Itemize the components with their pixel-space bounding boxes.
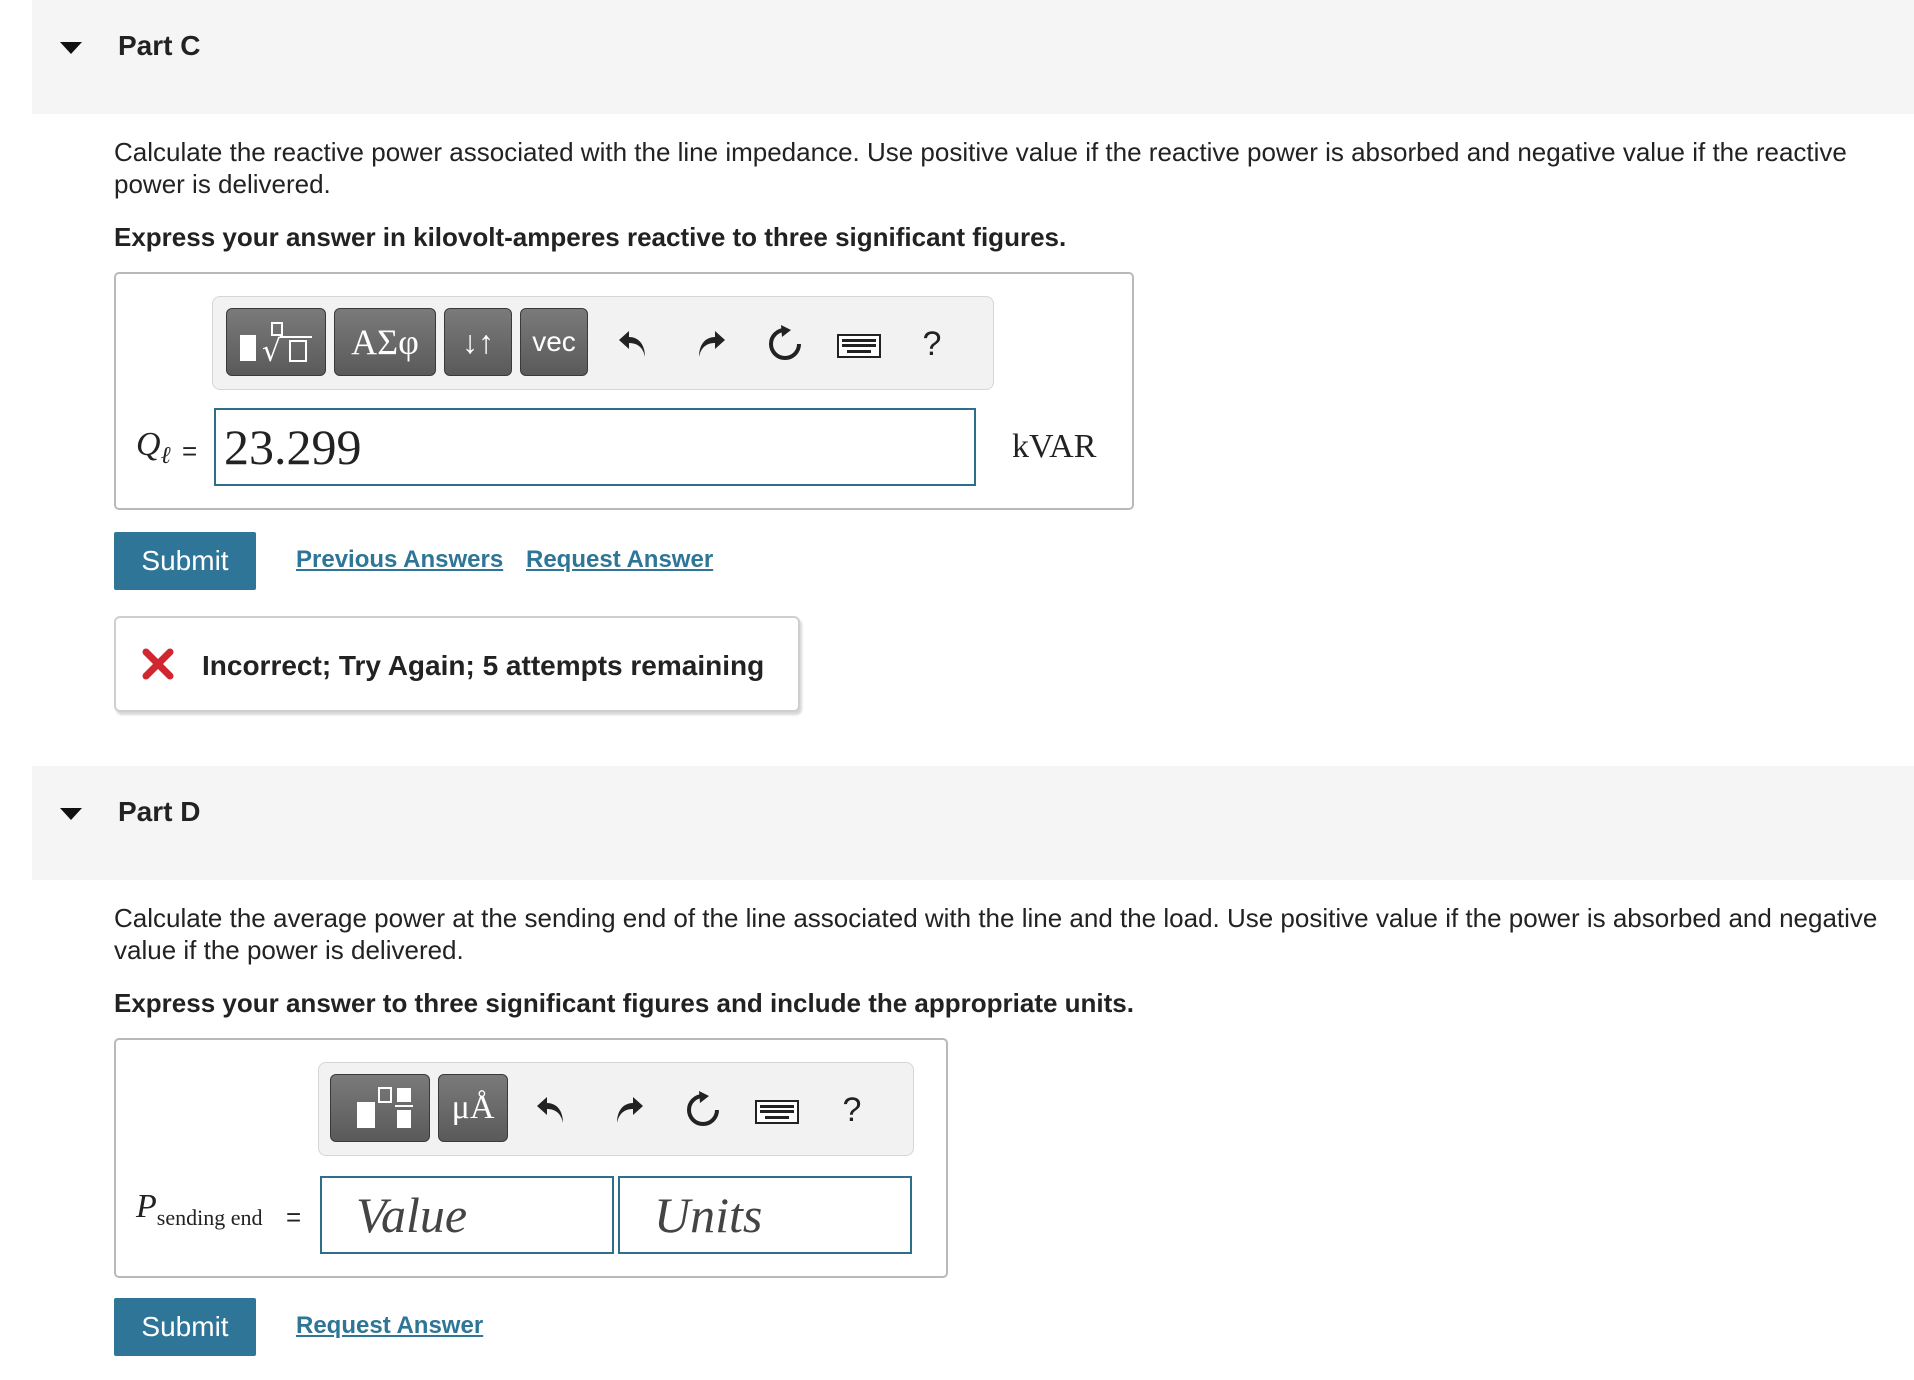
reset-button[interactable]: [678, 1084, 728, 1136]
variable-symbol: Q: [136, 426, 161, 463]
variable-subscript: sending end: [156, 1204, 263, 1230]
part-c-prompt: Calculate the reactive power associated …: [114, 137, 1847, 199]
keyboard-icon: [837, 334, 881, 358]
units-symbols-label: μÅ: [451, 1089, 495, 1126]
subscript-superscript-button[interactable]: ↓↑: [444, 308, 512, 376]
redo-icon: [617, 1097, 643, 1123]
value-units-templates-button[interactable]: [330, 1074, 430, 1142]
vec-label: vec: [532, 326, 576, 357]
undo-icon: [537, 1097, 563, 1123]
redo-button[interactable]: [606, 1084, 652, 1134]
value-placeholder: Value: [356, 1187, 468, 1243]
units-input[interactable]: Units: [618, 1176, 912, 1254]
collapse-triangle-icon[interactable]: [60, 808, 82, 820]
part-d-title: Part D: [118, 796, 201, 827]
units-symbols-button[interactable]: μÅ: [438, 1074, 508, 1142]
keyboard-button[interactable]: [752, 1092, 802, 1132]
equals-sign: =: [286, 1202, 302, 1232]
unit-label: kVAR: [1012, 428, 1097, 465]
value-input[interactable]: Value: [320, 1176, 614, 1254]
reset-icon: [769, 325, 801, 360]
part-c-request-answer-link[interactable]: Request Answer: [526, 546, 713, 574]
greek-symbols-button[interactable]: ΑΣφ: [334, 308, 436, 376]
part-c-answer-input[interactable]: 23.299: [214, 408, 976, 486]
collapse-triangle-icon[interactable]: [60, 42, 82, 54]
incorrect-x-icon: [142, 648, 174, 685]
variable-symbol: P: [136, 1188, 157, 1225]
undo-icon: [619, 331, 645, 357]
help-button[interactable]: ?: [832, 1086, 872, 1134]
help-label: ?: [922, 324, 942, 363]
units-placeholder: Units: [654, 1187, 763, 1243]
part-d-variable-label: Psending end: [136, 1188, 262, 1231]
reset-icon: [687, 1091, 719, 1126]
feedback-message: Incorrect; Try Again; 5 attempts remaini…: [202, 650, 765, 681]
part-d-prompt: Calculate the average power at the sendi…: [114, 903, 1878, 965]
help-label: ?: [842, 1090, 862, 1129]
part-c-title: Part C: [118, 30, 201, 61]
reset-button[interactable]: [760, 318, 810, 370]
part-c-instruction: Express your answer in kilovolt-amperes …: [114, 222, 1067, 252]
redo-button[interactable]: [688, 318, 734, 368]
undo-button[interactable]: [610, 318, 656, 368]
svg-text:√: √: [262, 334, 282, 367]
part-d-submit-button[interactable]: Submit: [114, 1298, 256, 1356]
part-d-request-answer-link[interactable]: Request Answer: [296, 1312, 483, 1340]
part-d-instruction: Express your answer to three significant…: [114, 988, 1134, 1018]
part-d-header[interactable]: [32, 766, 1914, 880]
redo-icon: [699, 331, 725, 357]
help-button[interactable]: ?: [912, 320, 952, 368]
templates-icon: [357, 1087, 413, 1128]
part-c-variable-label: Qℓ: [136, 426, 171, 470]
vector-button[interactable]: vec: [520, 308, 588, 376]
part-c-submit-button[interactable]: Submit: [114, 532, 256, 590]
templates-icon: √: [240, 322, 312, 367]
undo-button[interactable]: [528, 1084, 574, 1134]
answer-value: 23.299: [224, 419, 362, 475]
arrows-label: ↓↑: [462, 323, 494, 360]
templates-button[interactable]: √: [226, 308, 326, 376]
equals-sign: =: [182, 436, 198, 466]
previous-answers-link[interactable]: Previous Answers: [296, 546, 503, 574]
variable-subscript: ℓ: [160, 442, 171, 469]
greek-symbols-label: ΑΣφ: [351, 322, 419, 362]
keyboard-icon: [755, 1100, 799, 1124]
part-c-header[interactable]: [32, 0, 1914, 114]
keyboard-button[interactable]: [834, 326, 884, 366]
